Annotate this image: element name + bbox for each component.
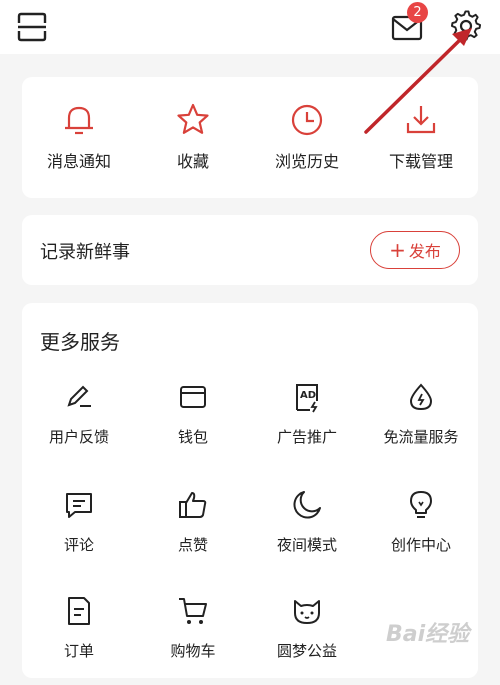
service-label: 点赞 — [177, 536, 208, 554]
drop-icon — [409, 383, 433, 411]
quick-item-notifications[interactable]: 消息通知 — [22, 77, 136, 198]
quick-item-label: 消息通知 — [46, 152, 111, 171]
service-item-creator-center[interactable]: 创作中心 — [364, 489, 478, 579]
service-item-night-mode[interactable]: 夜间模式 — [250, 489, 364, 579]
charity-cat-icon — [294, 600, 320, 624]
thumbs-up-icon — [179, 492, 207, 518]
service-label: 免流量服务 — [383, 428, 459, 446]
cart-icon — [179, 598, 207, 624]
service-item-wallet[interactable]: 钱包 — [136, 381, 250, 471]
service-label: 创作中心 — [390, 536, 451, 554]
record-title: 记录新鲜事 — [40, 242, 130, 263]
gear-icon[interactable] — [450, 10, 482, 42]
service-label: 用户反馈 — [48, 428, 109, 446]
quick-item-favorites[interactable]: 收藏 — [136, 77, 250, 198]
quick-item-history[interactable]: 浏览历史 — [250, 77, 364, 198]
quick-item-label: 浏览历史 — [274, 152, 339, 171]
more-services-title: 更多服务 — [40, 330, 120, 354]
top-bar: 2 — [0, 0, 500, 54]
moon-icon — [293, 491, 321, 519]
record-card: 记录新鲜事 + 发布 — [22, 215, 478, 285]
service-label: 订单 — [63, 642, 94, 660]
quick-item-label: 下载管理 — [388, 152, 453, 171]
plus-icon: + — [389, 238, 406, 262]
service-label: 购物车 — [170, 642, 216, 660]
service-item-like[interactable]: 点赞 — [136, 489, 250, 579]
service-item-ad[interactable]: AD 广告推广 — [250, 381, 364, 471]
service-item-cart[interactable]: 购物车 — [136, 595, 250, 685]
watermark: Bai经验 — [386, 622, 470, 647]
download-icon — [406, 106, 436, 134]
clock-icon — [291, 104, 323, 136]
ad-icon: AD — [296, 384, 318, 413]
svg-text:AD: AD — [300, 390, 316, 401]
service-label: 评论 — [63, 536, 94, 554]
star-icon — [177, 103, 209, 134]
service-label: 圆梦公益 — [276, 642, 337, 660]
scan-icon[interactable] — [16, 12, 48, 42]
quick-item-downloads[interactable]: 下载管理 — [364, 77, 478, 198]
feedback-pen-icon — [67, 385, 91, 407]
lightbulb-icon — [410, 491, 432, 518]
comment-icon — [66, 493, 92, 518]
service-item-feedback[interactable]: 用户反馈 — [22, 381, 136, 471]
order-icon — [68, 597, 90, 625]
service-item-orders[interactable]: 订单 — [22, 595, 136, 685]
service-label: 广告推广 — [276, 428, 337, 446]
service-label: 夜间模式 — [276, 536, 337, 554]
service-item-data-free[interactable]: 免流量服务 — [364, 381, 478, 471]
wallet-icon — [180, 386, 206, 408]
quick-item-label: 收藏 — [176, 152, 209, 171]
service-label: 钱包 — [177, 428, 208, 446]
bell-icon — [65, 106, 93, 135]
mail-badge: 2 — [407, 2, 428, 23]
service-item-comment[interactable]: 评论 — [22, 489, 136, 579]
service-item-charity[interactable]: 圆梦公益 — [250, 595, 364, 685]
publish-label: 发布 — [408, 242, 441, 261]
quick-actions-card: 消息通知 收藏 浏览历史 下载管理 — [22, 77, 478, 198]
publish-button[interactable]: + 发布 — [370, 231, 460, 269]
